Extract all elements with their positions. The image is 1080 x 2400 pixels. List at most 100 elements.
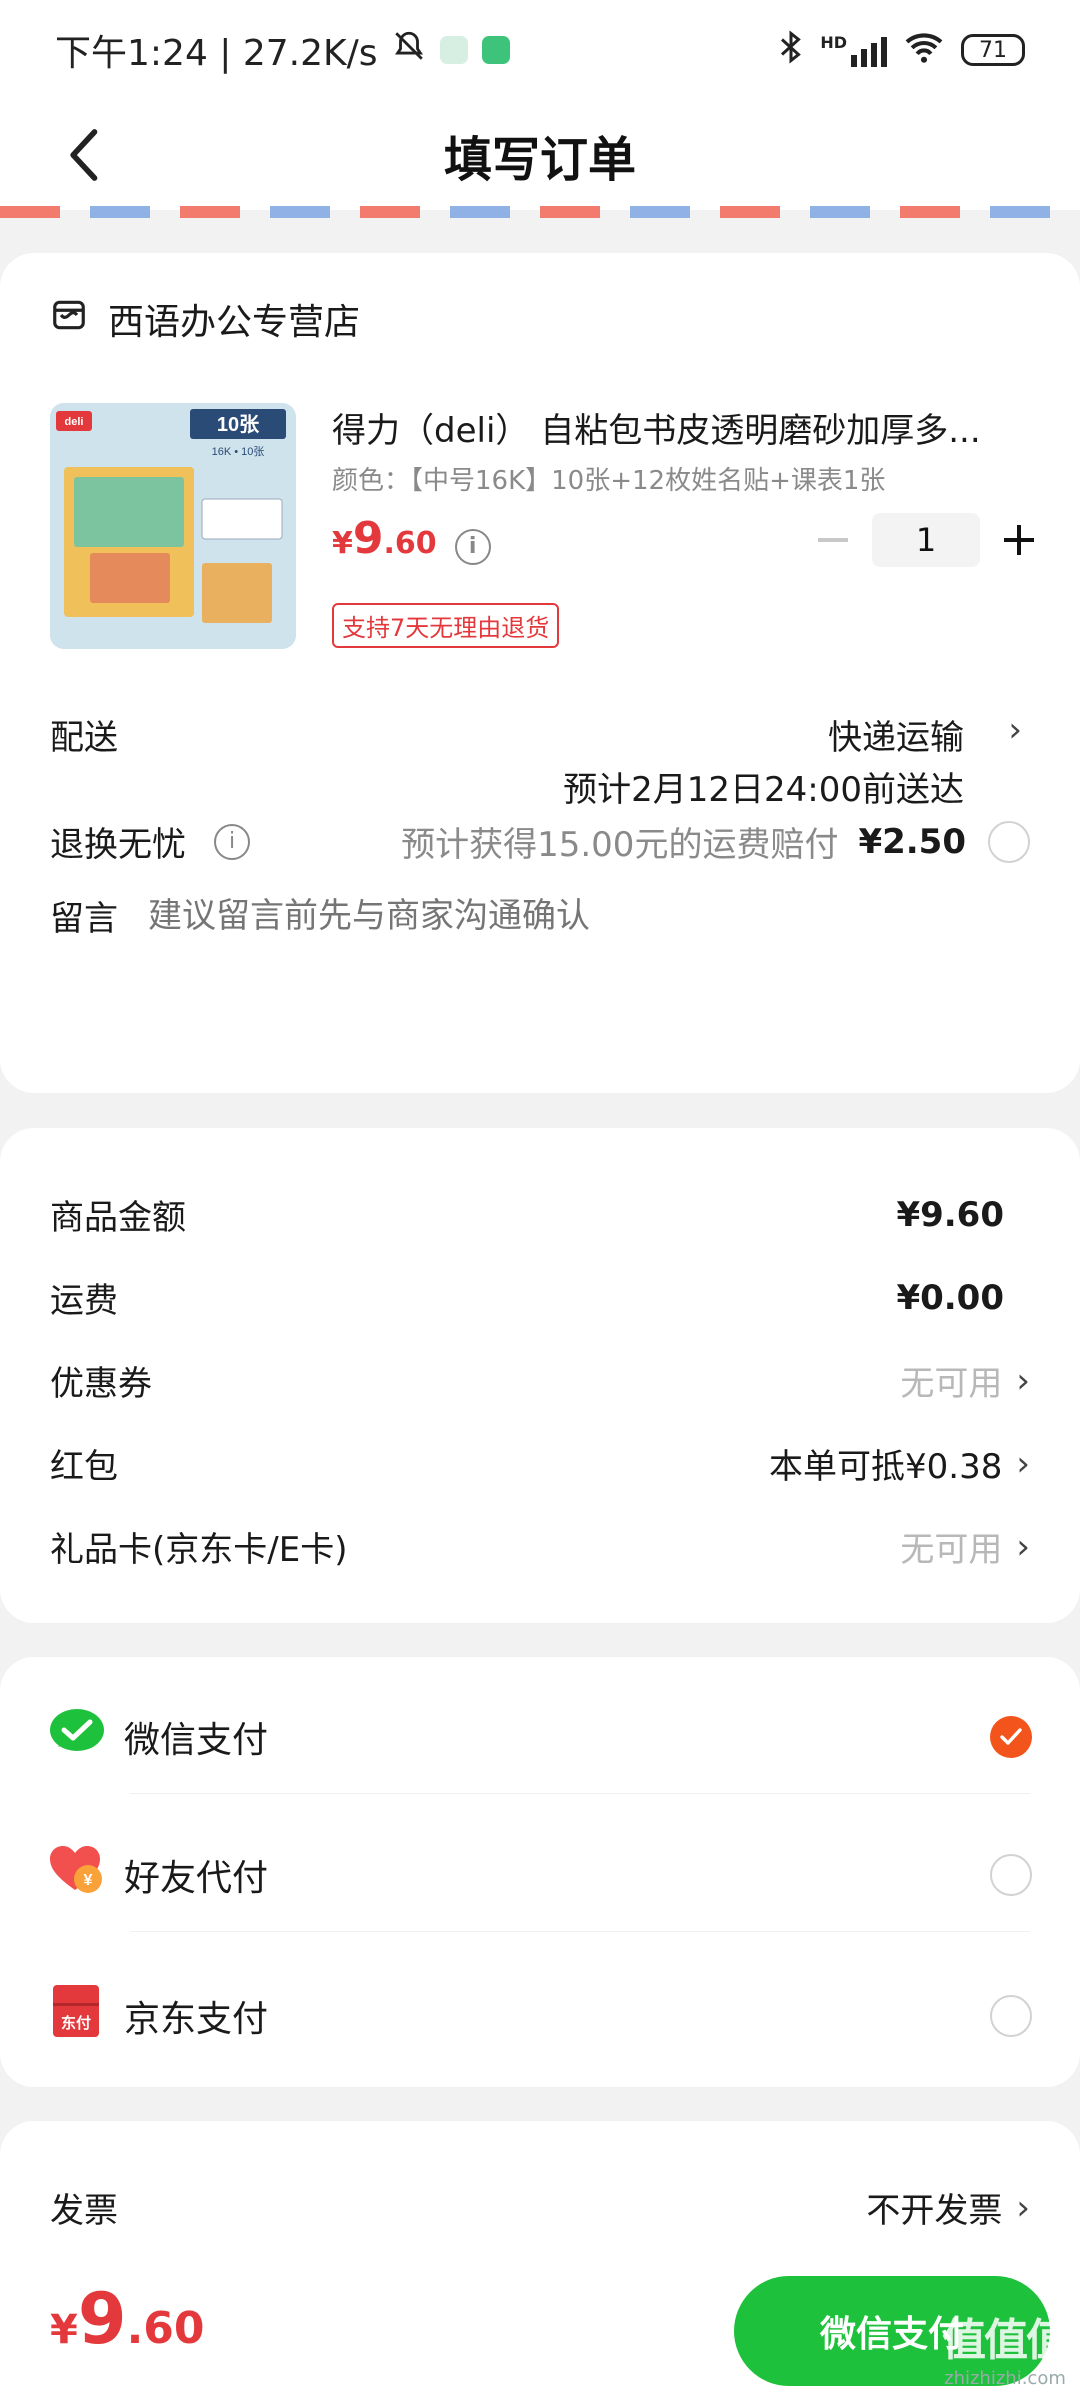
price-decimal: .60 bbox=[383, 526, 437, 561]
thumb-size: 16K • 10张 bbox=[212, 445, 265, 458]
return-insurance-radio[interactable] bbox=[988, 820, 1030, 863]
chevron-right-icon: › bbox=[1016, 1360, 1030, 1401]
return-insurance-row: 退换无忧 i 预计获得15.00元的运费赔付 ¥2.50 bbox=[50, 817, 1030, 866]
jd-pay-label: 京东支付 bbox=[124, 1998, 269, 2040]
friend-pay-label: 好友代付 bbox=[124, 1857, 269, 1899]
total-decimal: .60 bbox=[126, 2303, 205, 2354]
top-area: 下午1:24 | 27.2K/s HD 71 填写订单 bbox=[0, 0, 1080, 210]
return-insurance-desc: 预计获得15.00元的运费赔付 bbox=[401, 825, 839, 865]
svg-text:¥: ¥ bbox=[84, 1872, 93, 1889]
return-insurance-price: ¥2.50 bbox=[858, 821, 966, 862]
store-name: 西语办公专营店 bbox=[108, 302, 361, 343]
app-notification-icon bbox=[439, 36, 468, 64]
order-card: 西语办公专营店 deli 10张 16K • 10张 得力（deli） 自粘包书… bbox=[0, 253, 1080, 1093]
return-policy-tag: 支持7天无理由退货 bbox=[332, 603, 560, 648]
wechat-pay-label: 微信支付 bbox=[124, 1719, 269, 1761]
delivery-method: 快递运输 bbox=[828, 718, 964, 758]
divider bbox=[130, 1793, 1030, 1794]
giftcard-label: 礼品卡(京东卡/E卡) bbox=[50, 1530, 348, 1570]
wechat-pay-radio[interactable] bbox=[990, 1715, 1032, 1758]
chevron-right-icon: › bbox=[1016, 2187, 1030, 2228]
coupon-row[interactable]: 优惠券 无可用 › bbox=[50, 1356, 1030, 1405]
back-button[interactable] bbox=[48, 120, 118, 190]
friend-pay-icon: ¥ bbox=[48, 1845, 106, 1904]
payment-card: 微信支付 ¥ 好友代付 东付 京东支付 bbox=[0, 1657, 1080, 2087]
coupon-value: 无可用 bbox=[900, 1364, 1003, 1404]
delivery-label: 配送 bbox=[50, 718, 118, 758]
delivery-eta: 预计2月12日24:00前送达 bbox=[563, 770, 964, 810]
airmail-border bbox=[0, 206, 1080, 218]
jd-pay-radio[interactable] bbox=[990, 1994, 1032, 2037]
product-thumbnail[interactable]: deli 10张 16K • 10张 bbox=[50, 403, 296, 649]
total-integer: 9 bbox=[77, 2278, 127, 2360]
invoice-row[interactable]: 发票 不开发票 › bbox=[50, 2183, 1030, 2232]
pay-option-wechat[interactable]: 微信支付 bbox=[48, 1707, 1032, 1766]
invoice-label: 发票 bbox=[50, 2191, 118, 2231]
friend-pay-radio[interactable] bbox=[990, 1853, 1032, 1896]
store-icon bbox=[50, 296, 88, 343]
message-input[interactable] bbox=[148, 895, 968, 936]
coupon-label: 优惠券 bbox=[50, 1364, 152, 1404]
product-info: 得力（deli） 自粘包书皮透明磨砂加厚多... 颜色：【中号16K】10张+1… bbox=[332, 403, 1032, 497]
mute-bell-icon bbox=[392, 29, 426, 72]
goods-amount-label: 商品金额 bbox=[50, 1198, 186, 1238]
chevron-left-icon bbox=[70, 129, 98, 181]
minus-icon bbox=[818, 538, 848, 542]
chevron-right-icon: › bbox=[1016, 1526, 1030, 1567]
decrease-button[interactable] bbox=[808, 515, 858, 565]
product-price: ¥ 9 .60 i bbox=[332, 513, 491, 565]
thumb-count: 10张 bbox=[217, 413, 260, 436]
bluetooth-icon bbox=[778, 29, 804, 72]
info-icon[interactable]: i bbox=[454, 528, 491, 565]
network-label: HD bbox=[820, 33, 847, 52]
chevron-right-icon: › bbox=[1016, 1443, 1030, 1484]
quantity-stepper: 1 bbox=[808, 513, 1044, 567]
shipping-row: 运费 ¥0.00 bbox=[50, 1273, 1030, 1322]
amounts-card: 商品金额 ¥9.60 运费 ¥0.00 优惠券 无可用 › 红包 本单可抵¥0.… bbox=[0, 1128, 1080, 1623]
site-watermark: 值值值 zhizhizhi.com bbox=[935, 2304, 1075, 2389]
redpacket-row[interactable]: 红包 本单可抵¥0.38 › bbox=[50, 1439, 1030, 1488]
pay-option-jd[interactable]: 东付 京东支付 bbox=[48, 1983, 1032, 2048]
product-spec[interactable]: 颜色：【中号16K】10张+12枚姓名贴+课表1张 bbox=[332, 460, 1032, 497]
page-title: 填写订单 bbox=[443, 132, 636, 188]
info-icon[interactable]: i bbox=[214, 823, 250, 860]
nav-bar: 填写订单 bbox=[0, 100, 1080, 210]
divider bbox=[130, 1931, 1030, 1932]
signal-icon: HD bbox=[820, 33, 887, 67]
message-row: 留言 bbox=[50, 891, 1030, 940]
price-currency: ¥ bbox=[332, 526, 353, 561]
chevron-right-icon: › bbox=[1008, 710, 1022, 750]
watermark-main: 值值值 bbox=[942, 2315, 1070, 2366]
increase-button[interactable] bbox=[994, 515, 1044, 565]
thumb-brand: deli bbox=[65, 416, 84, 428]
shipping-label: 运费 bbox=[50, 1281, 118, 1321]
status-bar: 下午1:24 | 27.2K/s HD 71 bbox=[0, 0, 1080, 100]
product-title[interactable]: 得力（deli） 自粘包书皮透明磨砂加厚多... bbox=[332, 403, 1032, 452]
wechat-pay-icon bbox=[48, 1707, 106, 1766]
goods-amount-row: 商品金额 ¥9.60 bbox=[50, 1190, 1030, 1239]
wifi-icon bbox=[903, 30, 945, 71]
svg-text:东付: 东付 bbox=[61, 2014, 91, 2032]
check-icon bbox=[1000, 1727, 1022, 1745]
phone-notification-icon bbox=[481, 36, 510, 64]
plus-icon bbox=[1004, 525, 1034, 555]
delivery-row[interactable]: 配送 快递运输 › 预计2月12日24:00前送达 bbox=[50, 710, 1030, 810]
total-currency: ¥ bbox=[50, 2307, 78, 2353]
redpacket-value: 本单可抵¥0.38 bbox=[769, 1447, 1003, 1487]
order-total: ¥ 9 .60 bbox=[50, 2278, 205, 2360]
shipping-value: ¥0.00 bbox=[896, 1277, 1004, 1318]
redpacket-label: 红包 bbox=[50, 1447, 118, 1487]
goods-amount-value: ¥9.60 bbox=[896, 1194, 1004, 1235]
quantity-value[interactable]: 1 bbox=[872, 513, 980, 567]
invoice-value: 不开发票 bbox=[866, 2191, 1003, 2231]
status-time-speed: 下午1:24 | 27.2K/s bbox=[55, 33, 378, 74]
battery-indicator: 71 bbox=[961, 34, 1025, 66]
message-label: 留言 bbox=[50, 899, 118, 939]
giftcard-row[interactable]: 礼品卡(京东卡/E卡) 无可用 › bbox=[50, 1522, 1030, 1571]
store-header[interactable]: 西语办公专营店 bbox=[50, 293, 360, 345]
jd-pay-icon: 东付 bbox=[48, 1983, 106, 2048]
return-insurance-label: 退换无忧 bbox=[50, 825, 186, 865]
pay-option-friend[interactable]: ¥ 好友代付 bbox=[48, 1845, 1032, 1904]
watermark-sub: zhizhizhi.com bbox=[944, 2368, 1066, 2389]
giftcard-value: 无可用 bbox=[900, 1530, 1003, 1570]
